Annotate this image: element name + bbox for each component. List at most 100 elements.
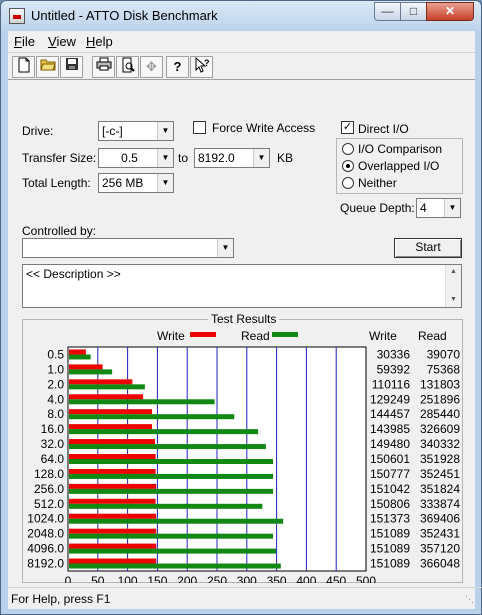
write-value-label: 150806 [370,497,410,511]
maximize-button[interactable]: □ [400,2,427,21]
read-bar [69,488,274,494]
write-value-label: 150601 [370,452,410,466]
read-value-label: 251896 [420,392,460,406]
chevron-down-icon[interactable]: ▼ [444,199,460,217]
close-button[interactable]: ✕ [426,2,474,21]
y-tick-label: 256.0 [34,482,64,496]
read-value-label: 352431 [420,527,460,541]
force-write-checkbox[interactable] [193,121,206,134]
read-bar [69,503,263,509]
menu-file[interactable]: File [14,34,35,49]
write-bar [69,483,157,489]
total-length-label: Total Length: [22,176,91,190]
chevron-down-icon[interactable]: ▼ [157,149,173,167]
results-chart: 050100150200250300350400450500Transfer R… [27,346,461,583]
write-bar [69,498,156,504]
read-bar [69,369,113,375]
chevron-down-icon[interactable]: ▼ [217,239,233,257]
write-value-label: 30336 [377,347,411,361]
read-value-label: 285440 [420,407,460,421]
chevron-down-icon[interactable]: ▼ [157,122,173,140]
y-tick-label: 0.5 [47,347,64,361]
total-length-select[interactable]: 256 MB ▼ [98,173,174,193]
window-title: Untitled - ATTO Disk Benchmark [31,8,218,23]
move-icon[interactable]: ✥ [140,56,163,78]
write-value-label: 151042 [370,482,410,496]
overlapped-io-radio[interactable] [342,160,354,172]
print-icon[interactable] [92,56,115,78]
force-write-label: Force Write Access [212,121,316,135]
read-bar [69,414,235,420]
resize-grip-icon[interactable]: ⋱ [465,594,474,605]
menu-help-accel: H [86,34,96,49]
write-value-label: 144457 [370,407,410,421]
queue-depth-select[interactable]: 4 ▼ [416,198,461,218]
drive-label: Drive: [22,124,54,138]
y-tick-label: 128.0 [34,467,64,481]
minimize-button[interactable]: — [374,2,401,21]
status-text: For Help, press F1 [11,592,111,606]
x-tick-label: 150 [147,574,167,583]
chevron-down-icon[interactable]: ▼ [157,174,173,192]
read-bar [69,384,145,390]
help-question-icon[interactable]: ? [166,56,189,78]
read-value-label: 351824 [420,482,460,496]
menu-view[interactable]: View [48,34,76,49]
legend-write-label: Write [157,329,185,343]
x-tick-label: 350 [267,574,287,583]
write-bar [69,364,103,370]
chevron-down-icon[interactable]: ▼ [253,149,269,167]
settings-panel: Drive: [-c-] ▼ Force Write Access ✓ Dire… [8,81,475,587]
x-tick-label: 100 [118,574,138,583]
menu-help[interactable]: Help [86,34,113,49]
direct-io-checkbox[interactable]: ✓ [341,121,354,134]
start-button[interactable]: Start [394,238,462,258]
write-value-label: 110116 [372,377,411,391]
x-tick-label: 450 [326,574,346,583]
description-box[interactable]: << Description >> ▲ ▼ [22,264,462,308]
y-tick-label: 64.0 [41,452,65,466]
scroll-up-icon[interactable]: ▲ [446,265,461,279]
transfer-from-select[interactable]: 0.5 ▼ [98,148,174,168]
save-icon[interactable] [60,56,83,78]
controlled-by-select[interactable]: ▼ [22,238,234,258]
status-bar: For Help, press F1 ⋱ [8,587,482,609]
x-tick-label: 500 [356,574,376,583]
y-tick-label: 32.0 [41,437,65,451]
open-folder-icon[interactable] [36,56,59,78]
write-bar [69,379,133,385]
new-document-icon[interactable] [12,56,35,78]
y-tick-label: 512.0 [34,497,64,511]
neither-label: Neither [358,176,397,190]
test-results-title: Test Results [208,312,280,326]
y-tick-label: 1.0 [47,362,64,376]
neither-radio[interactable] [342,177,354,189]
write-bar [69,349,86,355]
read-bar [69,533,274,539]
write-value-label: 151089 [370,527,410,541]
read-bar [69,444,266,450]
read-value-label: 75368 [427,362,461,376]
print-preview-icon[interactable] [116,56,139,78]
menu-view-label: iew [56,34,76,49]
context-help-icon[interactable]: ? [190,56,213,78]
menu-file-label: ile [21,34,35,49]
read-bar [69,473,274,479]
title-bar[interactable]: Untitled - ATTO Disk Benchmark — □ ✕ [1,1,481,31]
io-comparison-radio[interactable] [342,143,354,155]
transfer-to-select[interactable]: 8192.0 ▼ [194,148,270,168]
write-value-label: 59392 [377,362,411,376]
y-tick-label: 4.0 [47,392,64,406]
svg-text:?: ? [204,58,210,68]
y-tick-label: 1024.0 [27,512,64,526]
description-scrollbar[interactable]: ▲ ▼ [445,265,461,307]
x-tick-label: 250 [207,574,227,583]
read-bar [69,399,215,405]
drive-select[interactable]: [-c-] ▼ [98,121,174,141]
scroll-down-icon[interactable]: ▼ [446,293,461,307]
y-tick-label: 2.0 [47,377,64,391]
x-tick-label: 50 [91,574,105,583]
controlled-by-label: Controlled by: [22,224,97,238]
write-bar [69,424,153,430]
read-value-label: 131803 [420,377,460,391]
